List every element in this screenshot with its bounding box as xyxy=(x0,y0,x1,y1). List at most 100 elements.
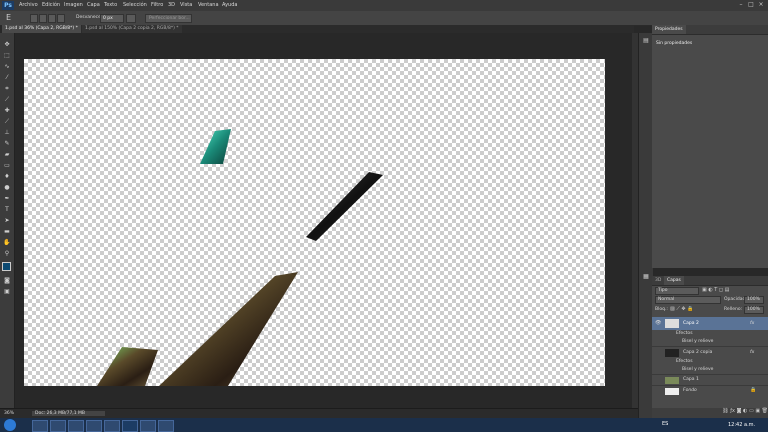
layers-footer: ⛓ ƒx ◙ ◐ ▭ ▣ 🗑 xyxy=(652,408,768,418)
layer-name: Fondo xyxy=(683,388,697,393)
menu-imagen[interactable]: Imagen xyxy=(64,2,83,8)
refine-edge-button[interactable]: Perfeccionar bor... xyxy=(145,14,192,23)
language-indicator[interactable]: ES xyxy=(662,421,668,427)
bevel-row[interactable]: Bisel y relieve xyxy=(652,338,768,346)
filter-icons[interactable]: ▣ ◐ T ◻ ▤ xyxy=(702,287,729,293)
foreground-color-swatch[interactable] xyxy=(2,262,11,271)
opacity-input[interactable]: 100% xyxy=(744,296,764,304)
marquee-tool-icon[interactable]: ⬚ xyxy=(3,52,11,59)
mask-icon[interactable]: ◙ xyxy=(737,408,742,414)
taskbar-app-icon[interactable] xyxy=(158,420,174,432)
layers-panel: 3D Capas Tipo ▣ ◐ T ◻ ▤ Normal Opacidad:… xyxy=(652,276,768,418)
layers-header: 3D Capas xyxy=(652,276,768,286)
taskbar-app-icon[interactable] xyxy=(50,420,66,432)
menu-texto[interactable]: Texto xyxy=(104,2,117,8)
taskbar-app-icon[interactable] xyxy=(104,420,120,432)
tab-document-2[interactable]: 1.psd al 150% (Capa 2 copia 2, RGB/8*) * xyxy=(82,25,182,33)
antialias-icon[interactable] xyxy=(126,14,136,23)
taskbar-app-icon[interactable] xyxy=(140,420,156,432)
screen-mode-icon[interactable]: ▣ xyxy=(3,288,11,295)
crop-tool-icon[interactable]: ⌗ xyxy=(3,85,11,92)
document-canvas[interactable] xyxy=(24,59,605,386)
zoom-tool-icon[interactable]: ⚲ xyxy=(3,250,11,257)
no-properties-text: Sin propiedades xyxy=(656,41,693,46)
bevel-row[interactable]: Bisel y relieve xyxy=(652,366,768,374)
layer-name: Capa 2 copia xyxy=(683,350,713,355)
menu-edicion[interactable]: Edición xyxy=(42,2,60,8)
quick-select-tool-icon[interactable]: ⁄ xyxy=(3,74,11,81)
stamp-tool-icon[interactable]: ⊥ xyxy=(3,129,11,136)
zoom-level[interactable]: 36% xyxy=(4,411,14,416)
fill-input[interactable]: 100% xyxy=(744,306,764,314)
subtract-selection-icon[interactable] xyxy=(48,14,56,23)
menu-3d[interactable]: 3D xyxy=(168,2,175,8)
gradient-tool-icon[interactable]: ▭ xyxy=(3,162,11,169)
history-brush-icon[interactable]: ✎ xyxy=(3,140,11,147)
quick-mask-icon[interactable]: ◙ xyxy=(3,277,11,284)
fx-badge[interactable]: fx xyxy=(750,350,754,355)
menu-archivo[interactable]: Archivo xyxy=(19,2,38,8)
photoshop-taskbar-icon[interactable] xyxy=(122,420,138,432)
menu-ventana[interactable]: Ventana xyxy=(198,2,219,8)
start-button-icon[interactable] xyxy=(4,419,16,431)
type-tool-icon[interactable]: T xyxy=(3,206,11,213)
tab-properties[interactable]: Propiedades xyxy=(652,25,686,34)
effects-row[interactable]: Efectos xyxy=(652,358,768,366)
effects-label: Efectos xyxy=(676,359,693,364)
eyedropper-tool-icon[interactable]: ⟋ xyxy=(3,96,11,103)
document-tabs: 1.psd al 36% (Capa 2, RGB/8*) * 1.psd al… xyxy=(2,25,634,33)
history-panel-icon[interactable]: ▤ xyxy=(642,37,650,44)
menu-capa[interactable]: Capa xyxy=(87,2,100,8)
brush-tool-icon[interactable]: ⟋ xyxy=(3,118,11,125)
lasso-tool-icon[interactable]: ∿ xyxy=(3,63,11,70)
blur-tool-icon[interactable]: ♦ xyxy=(3,173,11,180)
fx-badge[interactable]: fx xyxy=(750,321,754,326)
menu-seleccion[interactable]: Selección xyxy=(123,2,147,8)
trash-icon[interactable]: 🗑 xyxy=(762,408,768,414)
add-selection-icon[interactable] xyxy=(39,14,47,23)
folder-icon[interactable]: ▭ xyxy=(749,408,754,414)
eraser-tool-icon[interactable]: ▰ xyxy=(3,151,11,158)
menu-filtro[interactable]: Filtro xyxy=(151,2,163,8)
feather-input[interactable]: 0 px xyxy=(100,14,124,23)
tab-3d[interactable]: 3D xyxy=(652,276,664,285)
layer-row-fondo[interactable]: Fondo 🔒 xyxy=(652,385,768,397)
intersect-selection-icon[interactable] xyxy=(57,14,65,23)
new-layer-icon[interactable]: ▣ xyxy=(755,408,760,414)
layer-thumbnail xyxy=(665,349,679,357)
shape-tool-icon[interactable]: ▬ xyxy=(3,228,11,235)
clock[interactable]: 12:42 a.m. xyxy=(728,422,755,428)
maximize-button[interactable]: □ xyxy=(746,1,756,9)
taskbar-app-icon[interactable] xyxy=(86,420,102,432)
path-select-icon[interactable]: ➤ xyxy=(3,217,11,224)
adjustment-icon[interactable]: ◐ xyxy=(743,408,747,414)
lock-icons[interactable]: ▨ ⟋ ✥ 🔒 xyxy=(670,306,693,312)
taskbar-app-icon[interactable] xyxy=(32,420,48,432)
minimize-button[interactable]: – xyxy=(736,1,746,9)
move-tool-icon[interactable]: ✥ xyxy=(3,41,11,48)
dodge-tool-icon[interactable]: ● xyxy=(3,184,11,191)
link-icon[interactable]: ⛓ xyxy=(722,408,728,414)
effects-row[interactable]: Efectos xyxy=(652,330,768,338)
pen-tool-icon[interactable]: ✒ xyxy=(3,195,11,202)
new-selection-icon[interactable] xyxy=(30,14,38,23)
lock-icon: 🔒 xyxy=(750,387,757,393)
menu-ayuda[interactable]: Ayuda xyxy=(222,2,237,8)
close-button[interactable]: × xyxy=(756,1,766,9)
lock-label: Bloq.: xyxy=(655,307,668,312)
layer-row-capa-2[interactable]: 👁 Capa 2 fx xyxy=(652,317,768,330)
doc-size[interactable]: Doc: 26,3 MB/77,1 MB xyxy=(32,411,105,416)
layer-filter-select[interactable]: Tipo xyxy=(655,287,699,295)
taskbar-app-icon[interactable] xyxy=(68,420,84,432)
hand-tool-icon[interactable]: ✋ xyxy=(3,239,11,246)
layer-thumbnail xyxy=(665,319,679,328)
lasso-tool-icon[interactable]: ⴹ xyxy=(6,13,11,22)
tab-document-1[interactable]: 1.psd al 36% (Capa 2, RGB/8*) * xyxy=(2,25,81,33)
swatches-panel-icon[interactable]: ▦ xyxy=(642,273,650,280)
tab-layers[interactable]: Capas xyxy=(664,276,684,285)
menu-vista[interactable]: Vista xyxy=(180,2,192,8)
blend-mode-select[interactable]: Normal xyxy=(655,296,721,304)
fx-icon[interactable]: ƒx xyxy=(730,408,735,414)
healing-tool-icon[interactable]: ✚ xyxy=(3,107,11,114)
visibility-eye-icon[interactable]: 👁 xyxy=(655,320,661,326)
